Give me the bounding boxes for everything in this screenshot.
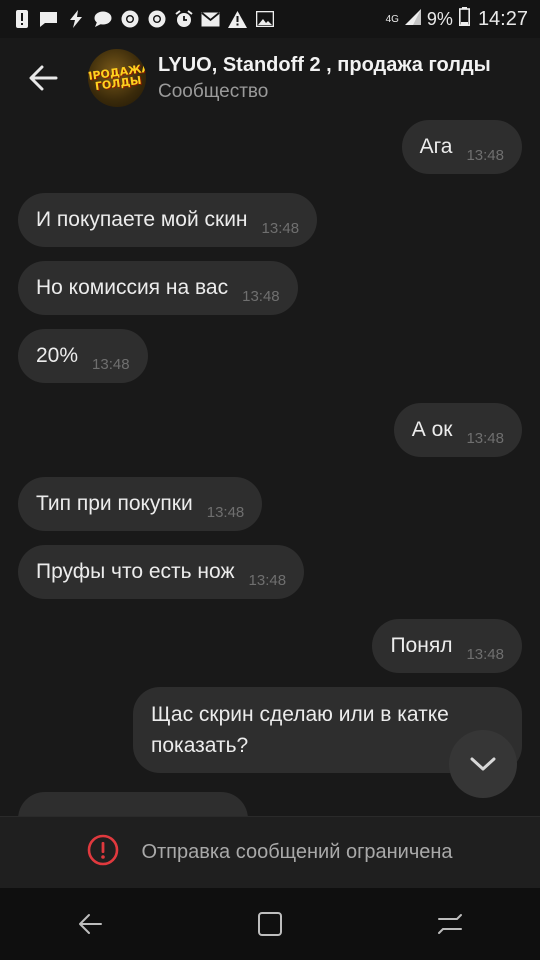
screen: 4G 9% 14:27 ПРОДАЖА ГОЛДЫ LYUO, Standoff…: [0, 0, 540, 960]
message-time: 13:48: [92, 355, 130, 373]
chat-title: LYUO, Standoff 2 , продажа голды: [158, 53, 491, 76]
nav-back-button[interactable]: [60, 894, 120, 954]
message-bubble[interactable]: А ок 13:48: [393, 403, 522, 457]
chevron-down-icon: [470, 757, 496, 771]
network-type: 4G: [385, 13, 399, 25]
message-text: Ага: [419, 135, 453, 158]
alert-icon: [12, 10, 31, 29]
message-bubble[interactable]: Тип при покупки 13:48: [18, 477, 263, 531]
message-time: 13:48: [466, 146, 504, 164]
message-text: 20%: [36, 344, 79, 367]
chat-header: ПРОДАЖА ГОЛДЫ LYUO, Standoff 2 , продажа…: [0, 38, 540, 118]
nav-home-icon: [258, 912, 282, 936]
system-nav-bar: [0, 888, 540, 960]
chat-subtitle: Сообщество: [158, 80, 269, 102]
image-icon: [255, 10, 274, 29]
message-bubble[interactable]: Пруфы что есть нож 13:48: [18, 545, 305, 599]
message-time: 13:48: [466, 429, 504, 447]
message-time: 13:48: [242, 287, 280, 305]
status-right: 4G 9% 14:27: [386, 7, 528, 31]
nav-recents-button[interactable]: [420, 894, 480, 954]
battery-percent: 9%: [426, 8, 453, 29]
chrome-icon: [120, 10, 139, 29]
back-button[interactable]: [18, 53, 68, 103]
message-text: Но комиссия на вас: [36, 276, 229, 299]
chat-icon: [93, 10, 112, 29]
message-icon: [39, 10, 58, 29]
message-text: Понял: [390, 634, 453, 657]
scroll-down-button[interactable]: [449, 730, 517, 798]
status-bar: 4G 9% 14:27: [0, 0, 540, 38]
signal-icon: [404, 8, 421, 30]
message-bubble-partial[interactable]: [18, 792, 248, 816]
message-text: Тип при покупки: [36, 492, 193, 515]
warning-icon: [228, 10, 247, 29]
message-bubble[interactable]: Но комиссия на вас 13:48: [18, 261, 298, 315]
message-text: А ок: [411, 418, 453, 441]
message-time: 13:48: [466, 645, 504, 663]
chat-title-block[interactable]: LYUO, Standoff 2 , продажа голды Сообщес…: [158, 54, 540, 103]
nav-recents-icon: [438, 914, 462, 934]
message-time: 13:48: [206, 503, 245, 521]
notification-icons: [12, 10, 274, 29]
community-avatar[interactable]: ПРОДАЖА ГОЛДЫ: [88, 49, 146, 107]
message-bubble[interactable]: И покупаете мой скин 13:48: [18, 193, 318, 247]
mail-icon: [201, 10, 220, 29]
alarm-icon: [174, 10, 193, 29]
message-text: Пруфы что есть нож: [36, 560, 235, 583]
avatar-label: ПРОДАЖА ГОЛДЫ: [88, 61, 146, 94]
battery-icon: [458, 7, 470, 31]
message-list[interactable]: Ага 13:48 И покупаете мой скин 13:48 Но …: [0, 118, 540, 816]
clock: 14:27: [477, 7, 528, 30]
nav-back-icon: [79, 914, 102, 934]
messaging-restricted-bar: Отправка сообщений ограничена: [0, 816, 540, 888]
message-bubble[interactable]: 20% 13:48: [18, 329, 148, 383]
message-text: И покупаете мой скин: [36, 208, 248, 231]
message-bubble[interactable]: Ага 13:48: [401, 120, 522, 174]
message-time: 13:48: [248, 571, 287, 589]
lightning-icon: [66, 10, 85, 29]
message-bubble[interactable]: Понял 13:48: [372, 619, 522, 673]
message-time: 13:48: [261, 219, 300, 237]
chrome-icon: [147, 10, 166, 29]
restriction-text: Отправка сообщений ограничена: [141, 841, 453, 863]
error-icon: [87, 834, 119, 871]
arrow-left-icon: [29, 65, 58, 91]
nav-home-button[interactable]: [240, 894, 300, 954]
